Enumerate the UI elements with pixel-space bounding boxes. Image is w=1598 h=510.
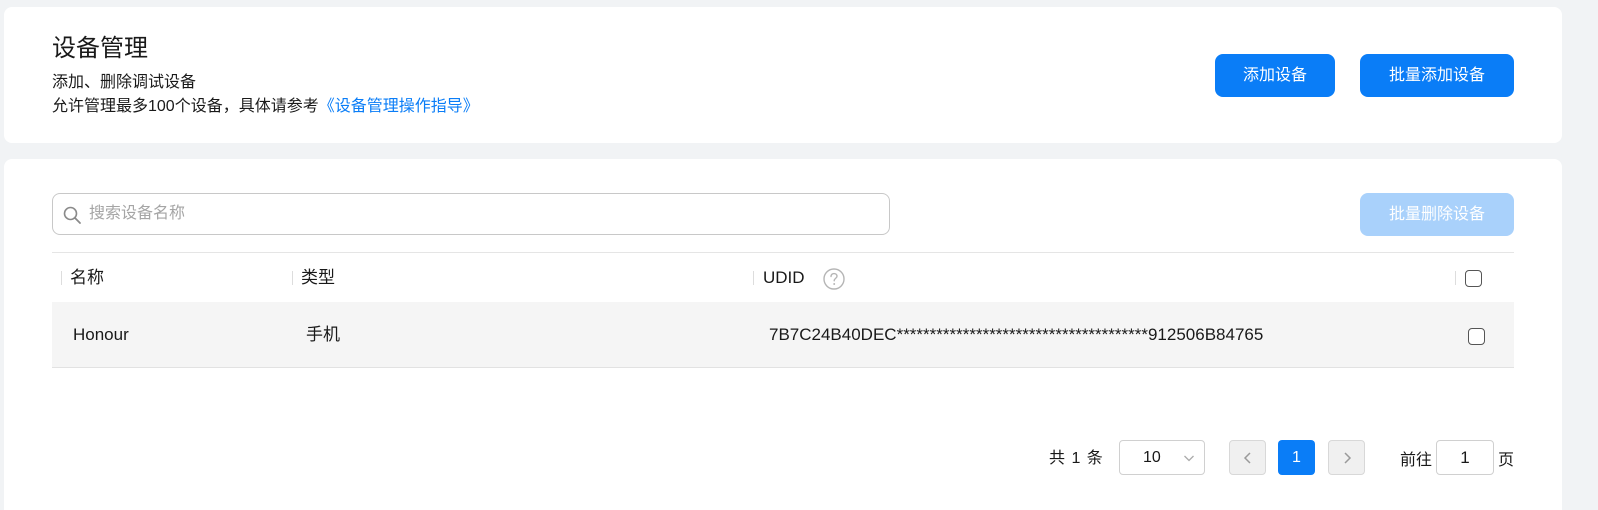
search-box[interactable] [52,193,890,235]
goto-prefix: 前往 [1400,452,1433,469]
batch-delete-device-button[interactable]: 批量删除设备 [1360,193,1514,236]
device-type-cell: 手机 [306,325,340,344]
search-input[interactable] [89,194,869,234]
column-separator [292,271,293,285]
guide-link[interactable]: 《设备管理操作指导》 [319,98,479,115]
device-name-cell: Honour [73,325,129,344]
column-separator [61,271,62,285]
goto-page-input[interactable] [1436,440,1494,475]
page-size-value: 10 [1143,449,1161,466]
header-card: 设备管理 添加、删除调试设备 允许管理最多100个设备，具体请参考《设备管理操作… [4,7,1562,143]
previous-page-button[interactable] [1229,440,1266,475]
chevron-down-icon [1184,455,1194,462]
column-header-type: 类型 [301,268,335,287]
device-udid-cell: 7B7C24B40DEC****************************… [769,325,1264,344]
column-header-name: 名称 [70,268,104,287]
page-description: 添加、删除调试设备 [52,74,197,91]
current-page-button[interactable]: 1 [1278,440,1315,475]
help-icon[interactable] [823,268,845,290]
limit-text: 允许管理最多100个设备，具体请参考 [52,98,319,115]
column-separator [753,271,754,285]
select-all-checkbox[interactable] [1465,270,1482,287]
add-device-button[interactable]: 添加设备 [1215,54,1335,97]
column-separator [1455,271,1456,285]
pagination-total: 共 1 条 [1049,450,1104,467]
search-icon [63,206,81,224]
batch-add-device-button[interactable]: 批量添加设备 [1360,54,1514,97]
device-list-card: 批量删除设备 名称 类型 UDID Honour 手机 7B7C24B40DEC… [4,159,1562,510]
page-title: 设备管理 [52,35,148,62]
limit-description: 允许管理最多100个设备，具体请参考《设备管理操作指导》 [52,96,479,118]
chevron-left-icon [1243,452,1251,464]
row-select-checkbox[interactable] [1468,328,1485,345]
next-page-button[interactable] [1328,440,1365,475]
chevron-right-icon [1344,452,1352,464]
goto-suffix: 页 [1498,452,1515,469]
table-divider [52,252,1514,253]
column-header-udid: UDID [763,268,805,287]
page-size-select[interactable]: 10 [1119,440,1205,475]
